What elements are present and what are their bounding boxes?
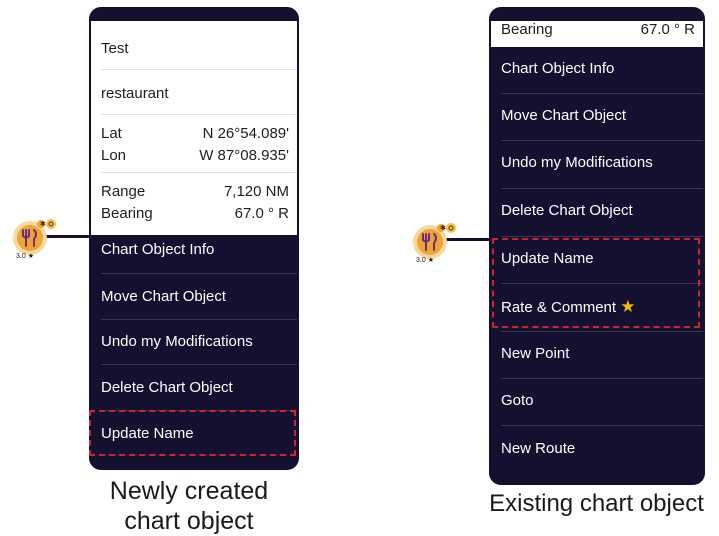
menu-chart-object-info[interactable]: Chart Object Info bbox=[101, 241, 289, 258]
range-value: 7,120 NM bbox=[223, 183, 289, 200]
menu-new-point[interactable]: New Point bbox=[501, 345, 695, 362]
bearing-value: 67.0 ° R bbox=[234, 205, 289, 222]
highlight-update-rate-right bbox=[492, 238, 700, 328]
menu-move-chart-object[interactable]: Move Chart Object bbox=[501, 107, 695, 124]
menu-undo-modifications[interactable]: Undo my Modifications bbox=[501, 154, 695, 171]
menu-undo-modifications[interactable]: Undo my Modifications bbox=[101, 333, 289, 350]
rating-value: 3.0 bbox=[416, 257, 426, 264]
divider bbox=[101, 69, 297, 70]
popup-info-section: Bearing 67.0 ° R bbox=[491, 21, 703, 47]
star-icon: ★ bbox=[427, 257, 434, 264]
svg-text:✱: ✱ bbox=[440, 224, 446, 232]
object-name: Test bbox=[101, 40, 129, 57]
bearing-label: Bearing bbox=[101, 205, 153, 222]
caption-right: Existing chart object bbox=[489, 490, 704, 517]
menu-move-chart-object[interactable]: Move Chart Object bbox=[101, 288, 289, 305]
menu-new-route[interactable]: New Route bbox=[501, 440, 695, 457]
lon-row: Lon W 87°08.935' bbox=[101, 147, 289, 164]
lon-label: Lon bbox=[101, 147, 127, 164]
divider bbox=[501, 93, 703, 94]
divider bbox=[101, 319, 297, 320]
range-row: Range 7,120 NM bbox=[101, 183, 289, 200]
divider bbox=[101, 364, 297, 365]
menu-delete-chart-object[interactable]: Delete Chart Object bbox=[501, 202, 695, 219]
menu-chart-object-info[interactable]: Chart Object Info bbox=[501, 60, 695, 77]
svg-text:✱: ✱ bbox=[40, 220, 46, 228]
divider bbox=[501, 331, 703, 332]
divider bbox=[501, 140, 703, 141]
divider bbox=[101, 114, 297, 115]
lat-row: Lat N 26°54.089' bbox=[101, 125, 289, 142]
bearing-row: Bearing 67.0 ° R bbox=[501, 21, 695, 38]
object-type: restaurant bbox=[101, 85, 169, 102]
divider bbox=[501, 378, 703, 379]
caption-left: Newly created chart object bbox=[89, 476, 289, 536]
divider bbox=[501, 188, 703, 189]
menu-goto[interactable]: Goto bbox=[501, 392, 695, 409]
divider bbox=[501, 236, 703, 237]
bearing-label: Bearing bbox=[501, 21, 553, 38]
rating-badge: 3.0 ★ bbox=[416, 256, 434, 264]
divider bbox=[101, 273, 297, 274]
popup-info-section: Test restaurant Lat N 26°54.089' Lon W 8… bbox=[91, 21, 297, 235]
chart-object-marker-right[interactable]: ✱ 3.0 ★ bbox=[408, 218, 468, 268]
menu-delete-chart-object[interactable]: Delete Chart Object bbox=[101, 379, 289, 396]
chart-object-marker-left[interactable]: ✱ 3.0 ★ bbox=[8, 214, 68, 264]
star-icon: ★ bbox=[27, 253, 34, 260]
divider bbox=[101, 172, 297, 173]
lat-label: Lat bbox=[101, 125, 122, 142]
caption-left-line2: chart object bbox=[124, 507, 254, 535]
lon-value: W 87°08.935' bbox=[199, 147, 289, 164]
highlight-update-name-left bbox=[89, 410, 296, 456]
lat-value: N 26°54.089' bbox=[202, 125, 289, 142]
bearing-value: 67.0 ° R bbox=[640, 21, 695, 38]
bearing-row: Bearing 67.0 ° R bbox=[101, 205, 289, 222]
divider bbox=[501, 425, 703, 426]
range-label: Range bbox=[101, 183, 146, 200]
popup-panel-left: Test restaurant Lat N 26°54.089' Lon W 8… bbox=[89, 7, 299, 470]
rating-badge: 3.0 ★ bbox=[16, 252, 34, 260]
caption-left-line1: Newly created bbox=[109, 477, 269, 505]
rating-value: 3.0 bbox=[16, 253, 26, 260]
